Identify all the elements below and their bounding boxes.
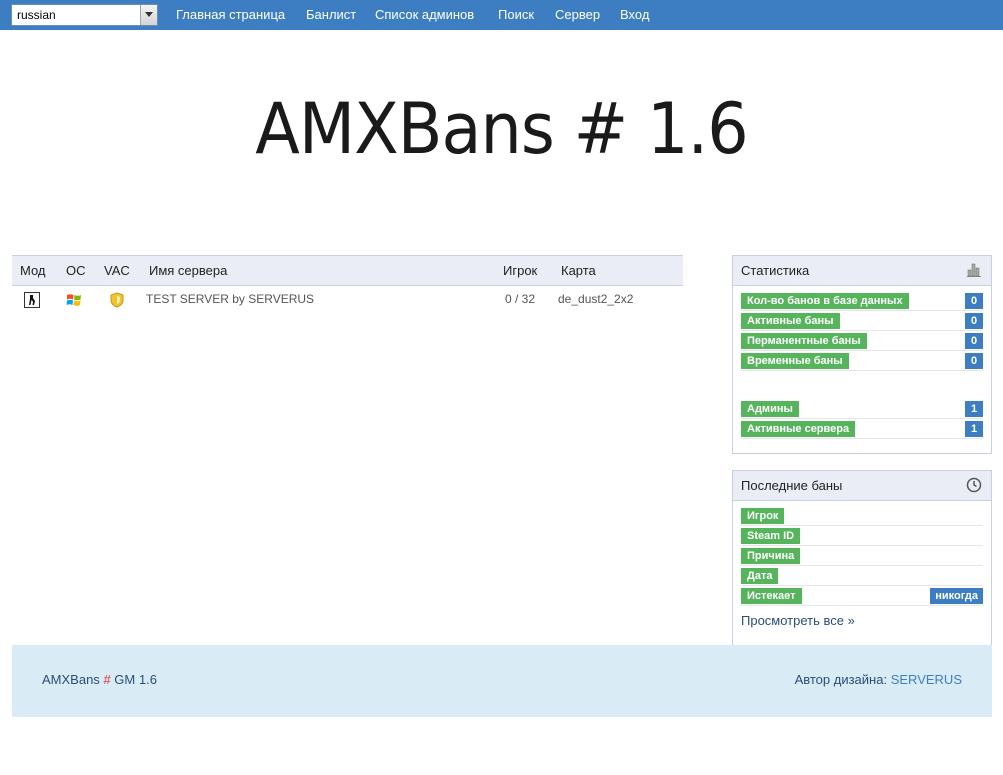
footer-design-label: Автор дизайна: <box>794 672 888 687</box>
stat-value: 1 <box>965 421 983 437</box>
nav-link-home[interactable]: Главная страница <box>176 7 285 22</box>
chevron-down-icon[interactable] <box>140 5 157 25</box>
language-select[interactable]: russian <box>11 4 158 26</box>
stat-label: Перманентные баны <box>741 333 867 349</box>
stat-row-admins: Админы 1 <box>741 399 983 419</box>
cstrike-icon <box>24 292 40 308</box>
nav-link-banlist[interactable]: Банлист <box>306 7 356 22</box>
stat-row-permanent-bans: Перманентные баны 0 <box>741 331 983 351</box>
last-ban-steam-id: Steam ID <box>741 526 983 546</box>
last-bans-panel-header: Последние баны <box>733 471 991 501</box>
stats-panel-title: Статистика <box>741 263 810 278</box>
stat-value: 0 <box>965 293 983 309</box>
field-label: Причина <box>741 548 801 564</box>
last-bans-panel: Последние баны Игрок Steam ID Причина Да… <box>732 470 992 645</box>
stat-label: Активные баны <box>741 313 840 329</box>
column-header-server-name: Имя сервера <box>149 263 228 278</box>
last-ban-reason: Причина <box>741 546 983 566</box>
column-header-players: Игрок <box>503 263 538 278</box>
stat-label: Админы <box>741 401 799 417</box>
top-navbar: russian Главная страница Банлист Список … <box>0 0 1003 30</box>
site-title: AMXBans # 1.6 <box>255 88 748 170</box>
last-ban-expires: Истекает никогда <box>741 586 983 606</box>
last-ban-date: Дата <box>741 566 983 586</box>
stat-row-active-bans: Активные баны 0 <box>741 311 983 331</box>
footer-design-author-link[interactable]: SERVERUS <box>891 672 962 687</box>
vac-shield-icon <box>109 292 125 308</box>
nav-link-admins[interactable]: Список админов <box>375 7 474 22</box>
stat-label: Временные баны <box>741 353 849 369</box>
column-header-os: ОС <box>66 263 86 278</box>
bar-chart-icon <box>966 262 982 278</box>
field-label: Игрок <box>741 508 785 524</box>
stat-label: Кол-во банов в базе данных <box>741 293 909 309</box>
column-header-map: Карта <box>561 263 596 278</box>
server-players: 0 / 32 <box>505 292 536 306</box>
nav-link-search[interactable]: Поиск <box>498 7 534 22</box>
expires-value: никогда <box>930 588 983 604</box>
nav-link-login[interactable]: Вход <box>620 7 649 22</box>
language-value: russian <box>17 8 56 22</box>
table-row[interactable]: TEST SERVER by SERVERUS 0 / 32 de_dust2_… <box>12 286 683 316</box>
column-header-vac: VAC <box>104 263 130 278</box>
footer-brand-version: GM 1.6 <box>114 672 157 687</box>
stat-value: 1 <box>965 401 983 417</box>
field-label: Дата <box>741 568 779 584</box>
stat-row-active-servers: Активные сервера 1 <box>741 419 983 439</box>
servers-table-header: Мод ОС VAC Имя сервера Игрок Карта <box>12 255 683 286</box>
clock-icon <box>966 477 982 493</box>
stat-row-total-bans: Кол-во банов в базе данных 0 <box>741 291 983 311</box>
stat-label: Активные сервера <box>741 421 856 437</box>
column-header-mod: Мод <box>20 263 46 278</box>
server-name[interactable]: TEST SERVER by SERVERUS <box>146 292 314 306</box>
servers-table: Мод ОС VAC Имя сервера Игрок Карта TEST … <box>12 255 683 316</box>
field-label: Истекает <box>741 588 802 604</box>
footer-design-credit: Автор дизайна: SERVERUS <box>795 672 962 687</box>
footer: AMXBans # GM 1.6 Автор дизайна: SERVERUS <box>12 645 992 717</box>
server-map: de_dust2_2x2 <box>558 292 634 306</box>
windows-icon <box>66 292 82 308</box>
stats-panel: Статистика Кол-во банов в базе данных 0 … <box>732 255 992 454</box>
last-bans-panel-title: Последние баны <box>741 478 843 493</box>
nav-link-server[interactable]: Сервер <box>555 7 600 22</box>
field-label: Steam ID <box>741 528 801 544</box>
stat-value: 0 <box>965 313 983 329</box>
view-all-link[interactable]: Просмотреть все » <box>741 613 855 628</box>
footer-brand-hash: # <box>103 672 111 687</box>
stat-row-temporary-bans: Временные баны 0 <box>741 351 983 371</box>
stat-value: 0 <box>965 353 983 369</box>
last-ban-player: Игрок <box>741 506 983 526</box>
footer-brand: AMXBans # GM 1.6 <box>42 672 157 687</box>
stat-value: 0 <box>965 333 983 349</box>
footer-brand-name[interactable]: AMXBans <box>42 672 100 687</box>
stats-panel-header: Статистика <box>733 256 991 286</box>
